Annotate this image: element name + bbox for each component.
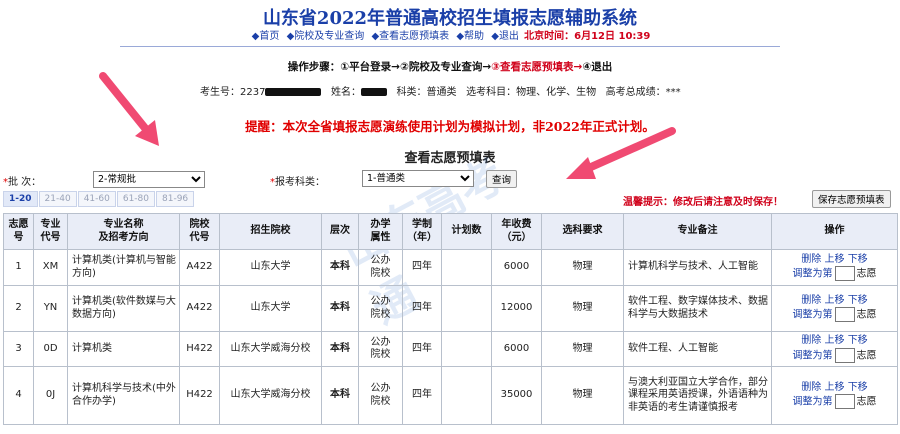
warm-tip: 温馨提示：修改后请注意及时保存！	[623, 197, 783, 208]
rank-input[interactable]	[834, 307, 855, 323]
table-row: 3 0D 计算机类 H422 山东大学威海分校 本科 公办 院校 四年 6000 物理 软件…	[3, 331, 898, 367]
notice-banner: 提醒：本次全省填报志愿演练使用计划为模拟计划，非2022年正式计划。	[245, 119, 655, 134]
col-fee: 年收费 （元）	[491, 213, 542, 250]
col-school-code: 院校 代号	[179, 213, 220, 250]
adjust-link[interactable]: 调整为第	[793, 350, 833, 361]
page-tab-3[interactable]: 41-60	[77, 191, 116, 207]
nav-search[interactable]: ◆院校及专业查询	[287, 31, 365, 42]
table-row: 1 XM 计算机类(计算机与智能方向) A422 山东大学 本科 公办 院校 四年 600…	[3, 249, 898, 286]
server-time: 北京时间：6月12日 10:39	[524, 31, 651, 42]
delete-link[interactable]: 删除	[801, 335, 821, 346]
adjust-link[interactable]: 调整为第	[793, 269, 833, 280]
batch-label: *批 次：	[3, 177, 42, 188]
nav-logout[interactable]: ◆退出	[491, 31, 519, 42]
col-years: 学制 （年）	[402, 213, 442, 250]
page-tab-1[interactable]: 1-20	[3, 191, 38, 207]
col-no: 志愿号	[3, 213, 34, 250]
move-up-link[interactable]: 上移	[825, 295, 845, 306]
delete-link[interactable]: 删除	[801, 254, 821, 265]
annotation-arrow-left	[99, 72, 159, 146]
row-actions: 删除 上移 下移 调整为第 志愿	[771, 331, 898, 367]
section-title: 查看志愿预填表	[404, 151, 496, 166]
col-school: 招生院校	[219, 213, 322, 250]
redacted-id	[265, 88, 322, 96]
move-down-link[interactable]: 下移	[848, 295, 868, 306]
move-up-link[interactable]: 上移	[825, 382, 845, 393]
col-level: 层次	[321, 213, 359, 250]
redacted-name	[361, 88, 387, 96]
query-button[interactable]: 查询	[486, 170, 518, 188]
nav-help[interactable]: ◆帮助	[456, 31, 484, 42]
table-row: 4 0J 计算机科学与技术(中外合作办学) H422 山东大学威海分校 本科 公办 院校…	[3, 366, 898, 425]
pager: 1-20 21-40 41-60 61-80 81-96	[3, 191, 195, 207]
col-plan: 计划数	[441, 213, 492, 250]
row-actions: 删除 上移 下移 调整为第 志愿	[771, 249, 898, 286]
adjust-link[interactable]: 调整为第	[793, 397, 833, 408]
top-nav: ◆首页 ◆院校及专业查询 ◆查看志愿预填表 ◆帮助 ◆退出 北京时间：6月12日…	[0, 27, 900, 42]
diamond-icon: ◆	[491, 31, 499, 42]
adjust-link[interactable]: 调整为第	[793, 310, 833, 321]
type-select[interactable]: 1-普通类	[362, 170, 474, 187]
diamond-icon: ◆	[371, 31, 380, 42]
col-attr: 办学 属性	[358, 213, 403, 250]
rank-input[interactable]	[834, 394, 855, 410]
student-info: 考生号：2237 姓名： 科类：普通类 选考科目：物理、化学、生物 高考总成绩：…	[200, 87, 681, 98]
row-actions: 删除 上移 下移 调整为第 志愿	[771, 285, 898, 332]
rank-input[interactable]	[834, 266, 855, 282]
delete-link[interactable]: 删除	[801, 295, 821, 306]
batch-select[interactable]: 2-常规批	[93, 171, 205, 188]
col-ops: 操作	[771, 213, 898, 250]
col-major: 专业名称 及招考方向	[67, 213, 180, 250]
move-down-link[interactable]: 下移	[848, 382, 868, 393]
move-up-link[interactable]: 上移	[825, 335, 845, 346]
diamond-icon: ◆	[456, 31, 465, 42]
volunteer-table: 志愿号 专业 代号 专业名称 及招考方向 院校 代号 招生院校 层次 办学 属性 学制（…	[3, 213, 898, 425]
move-up-link[interactable]: 上移	[825, 254, 845, 265]
type-label: *报考科类：	[270, 177, 325, 188]
page-tab-2[interactable]: 21-40	[38, 191, 77, 207]
delete-link[interactable]: 删除	[801, 382, 821, 393]
page-tab-5[interactable]: 81-96	[156, 191, 195, 207]
divider	[120, 46, 780, 47]
rank-input[interactable]	[834, 347, 855, 363]
col-code: 专业 代号	[33, 213, 68, 250]
operation-steps: 操作步骤：①平台登录→②院校及专业查询→③查看志愿预填表→④退出	[287, 61, 613, 73]
table-row: 2 YN 计算机类(软件数媒与大数据方向) A422 山东大学 本科 公办 院校 四年 1…	[3, 285, 898, 332]
col-note: 专业备注	[623, 213, 772, 250]
page-tab-4[interactable]: 61-80	[116, 191, 155, 207]
move-down-link[interactable]: 下移	[848, 335, 868, 346]
row-actions: 删除 上移 下移 调整为第 志愿	[771, 366, 898, 425]
nav-home[interactable]: ◆首页	[252, 31, 280, 42]
move-down-link[interactable]: 下移	[848, 254, 868, 265]
nav-view-form[interactable]: ◆查看志愿预填表	[371, 31, 449, 42]
save-form-button[interactable]: 保存志愿预填表	[812, 190, 891, 208]
table-header-row: 志愿号 专业 代号 专业名称 及招考方向 院校 代号 招生院校 层次 办学 属性 学制（…	[3, 213, 898, 250]
col-req: 选科要求	[541, 213, 624, 250]
